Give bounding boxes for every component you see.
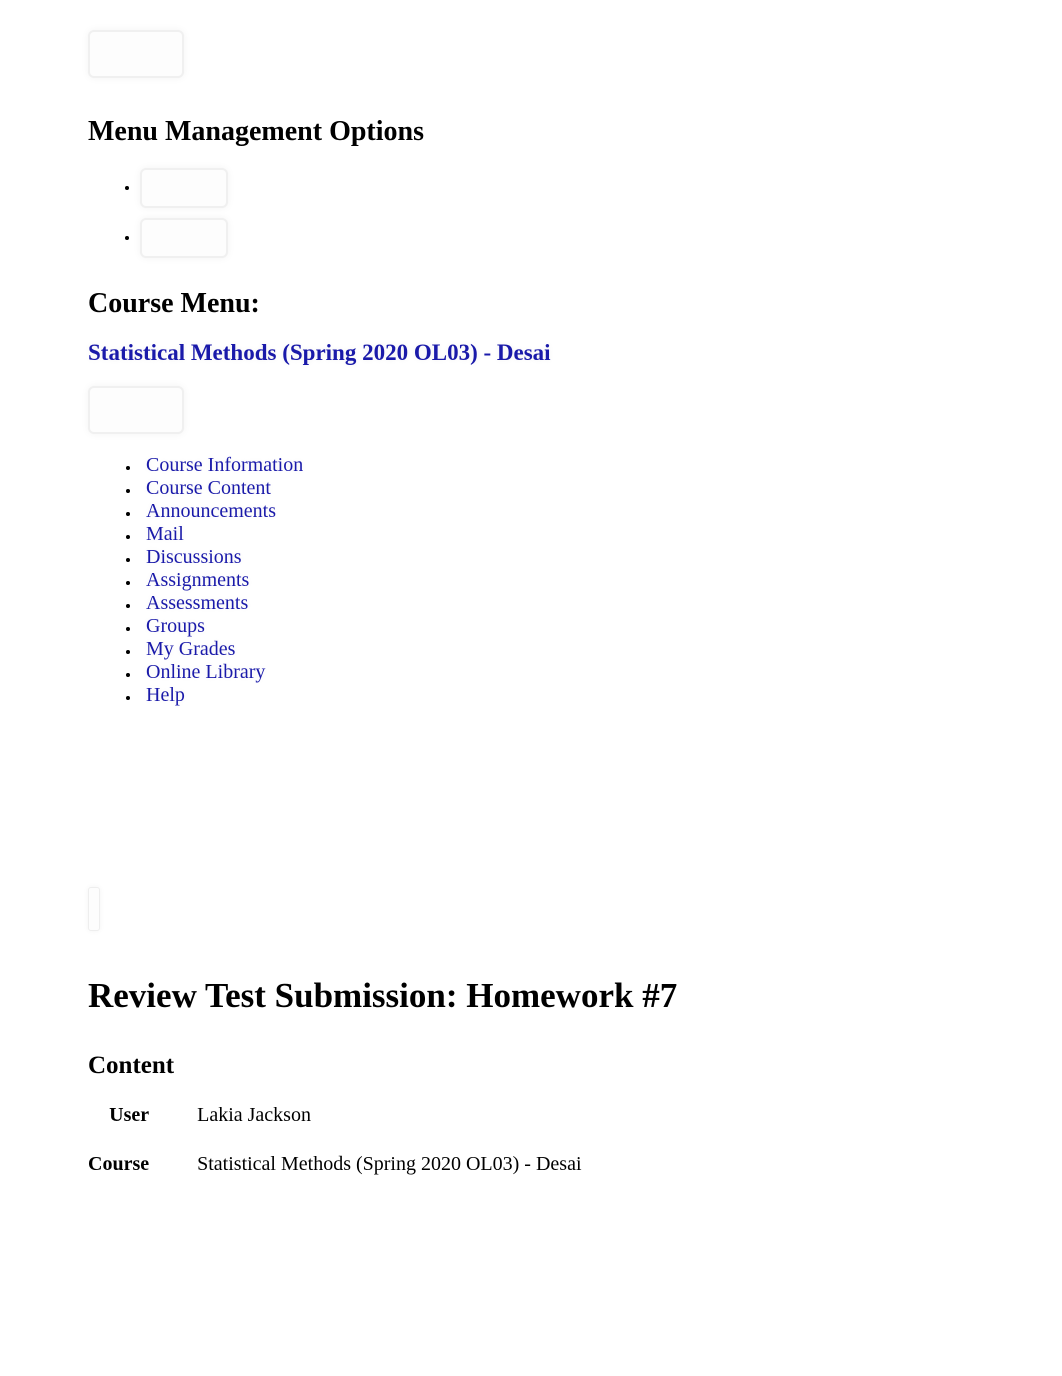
course-value: Statistical Methods (Spring 2020 OL03) -… bbox=[197, 1153, 581, 1202]
sidebar-toggle-tab[interactable] bbox=[88, 887, 100, 931]
list-item: Discussions bbox=[140, 546, 1062, 568]
list-item bbox=[140, 168, 1062, 208]
top-ghost-button[interactable] bbox=[88, 30, 184, 78]
list-item: Help bbox=[140, 684, 1062, 706]
nav-assignments[interactable]: Assignments bbox=[140, 569, 249, 591]
course-title-link[interactable]: Statistical Methods (Spring 2020 OL03) -… bbox=[88, 340, 551, 366]
nav-groups[interactable]: Groups bbox=[140, 615, 205, 637]
list-item: Course Content bbox=[140, 477, 1062, 499]
menu-option-button-2[interactable] bbox=[140, 218, 228, 258]
nav-online-library[interactable]: Online Library bbox=[140, 661, 265, 683]
list-item: Announcements bbox=[140, 500, 1062, 522]
menu-option-button-1[interactable] bbox=[140, 168, 228, 208]
list-item: Assessments bbox=[140, 592, 1062, 614]
list-item: Online Library bbox=[140, 661, 1062, 683]
nav-mail[interactable]: Mail bbox=[140, 523, 184, 545]
list-item bbox=[140, 218, 1062, 258]
list-item: Groups bbox=[140, 615, 1062, 637]
user-value: Lakia Jackson bbox=[197, 1104, 581, 1153]
content-heading: Content bbox=[88, 1052, 1062, 1080]
user-label: User bbox=[88, 1104, 197, 1153]
nav-help[interactable]: Help bbox=[140, 684, 185, 706]
nav-assessments[interactable]: Assessments bbox=[140, 592, 248, 614]
nav-course-information[interactable]: Course Information bbox=[140, 454, 303, 476]
list-item: Mail bbox=[140, 523, 1062, 545]
page-title: Review Test Submission: Homework #7 bbox=[88, 976, 1062, 1016]
table-row: User Lakia Jackson bbox=[88, 1104, 582, 1153]
course-label: Course bbox=[88, 1153, 197, 1202]
nav-course-content[interactable]: Course Content bbox=[140, 477, 271, 499]
course-nav-list: Course Information Course Content Announ… bbox=[88, 454, 1062, 706]
course-menu-heading: Course Menu: bbox=[88, 288, 1062, 320]
list-item: My Grades bbox=[140, 638, 1062, 660]
table-row: Course Statistical Methods (Spring 2020 … bbox=[88, 1153, 582, 1202]
nav-announcements[interactable]: Announcements bbox=[140, 500, 276, 522]
list-item: Course Information bbox=[140, 454, 1062, 476]
submission-details-table: User Lakia Jackson Course Statistical Me… bbox=[88, 1104, 582, 1202]
menu-management-heading: Menu Management Options bbox=[88, 116, 1062, 148]
list-item: Assignments bbox=[140, 569, 1062, 591]
menu-management-list bbox=[88, 168, 1062, 258]
nav-my-grades[interactable]: My Grades bbox=[140, 638, 235, 660]
nav-discussions[interactable]: Discussions bbox=[140, 546, 242, 568]
course-ghost-button[interactable] bbox=[88, 386, 184, 434]
